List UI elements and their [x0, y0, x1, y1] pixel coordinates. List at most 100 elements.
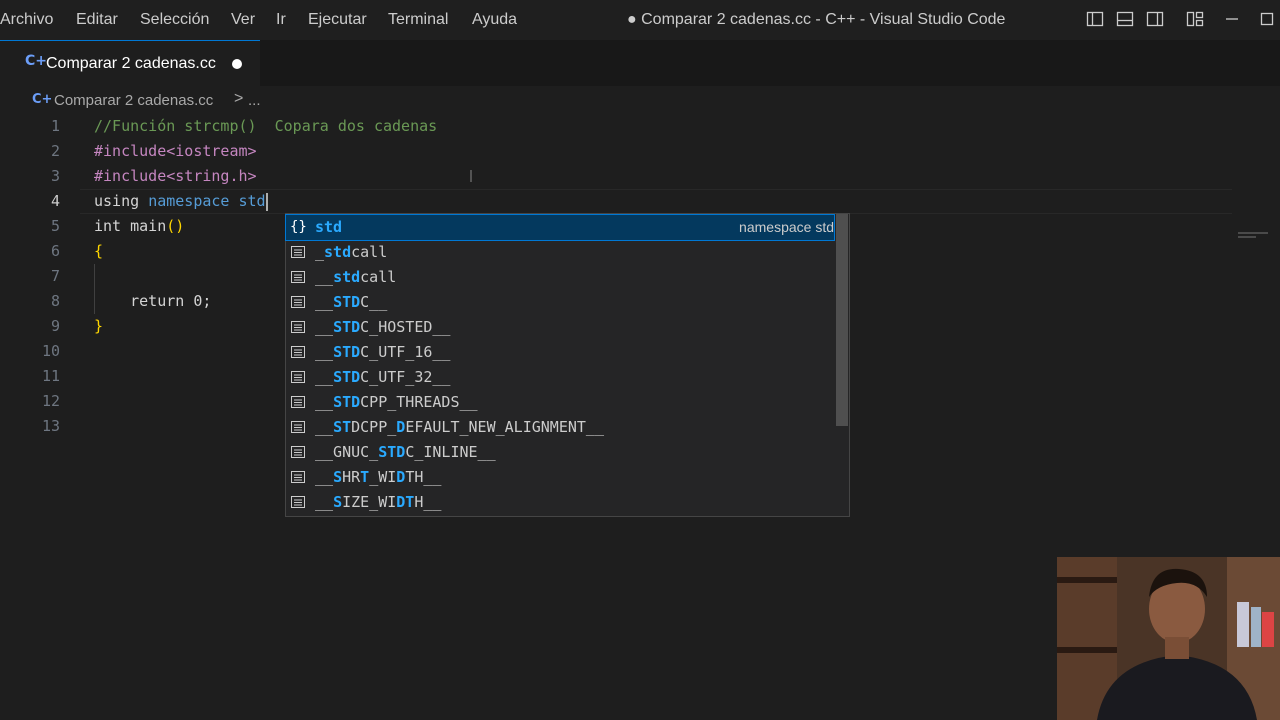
suggest-text: _WI: [369, 468, 397, 486]
suggest-item[interactable]: __stdcall: [286, 265, 834, 290]
line-number: 7: [50, 267, 60, 285]
menubar: Archivo Editar Selección Ver Ir Ejecutar…: [0, 0, 1280, 40]
suggest-text: __GNUC_: [315, 443, 379, 461]
text-symbol-icon: [291, 396, 305, 408]
unsaved-dot-icon[interactable]: [232, 59, 242, 69]
breadcrumb-file[interactable]: Comparar 2 cadenas.cc: [54, 92, 213, 109]
code-token: ;: [202, 292, 212, 310]
toggle-panel-icon[interactable]: [1116, 10, 1134, 28]
menu-ver[interactable]: Ver: [231, 11, 255, 29]
code-token: #include: [94, 167, 167, 185]
suggest-text: __: [315, 368, 334, 386]
suggest-item-label: __STDC_UTF_32__: [315, 365, 450, 390]
text-symbol-icon: [291, 346, 305, 358]
code-token: <iostream>: [166, 142, 257, 160]
suggest-match-highlight: S: [333, 493, 343, 511]
suggest-item-label: std: [315, 215, 342, 240]
suggest-match-highlight: T: [360, 468, 370, 486]
menu-ayuda[interactable]: Ayuda: [472, 11, 517, 29]
suggest-widget[interactable]: {} std namespace std _stdcall __stdcall __STD…: [285, 213, 850, 517]
suggest-item[interactable]: __GNUC_STDC_INLINE__: [286, 440, 834, 465]
suggest-match-highlight: std: [315, 218, 343, 236]
suggest-item[interactable]: {} std namespace std: [285, 214, 835, 241]
suggest-item[interactable]: __STDC_HOSTED__: [286, 315, 834, 340]
code-token: std: [238, 192, 266, 210]
suggest-text: EFAULT_NEW_ALIGNMENT__: [405, 418, 604, 436]
line-number: 13: [41, 417, 60, 435]
line-number: 12: [41, 392, 60, 410]
suggest-text: __: [315, 468, 334, 486]
suggest-item[interactable]: __STDCPP_THREADS__: [286, 390, 834, 415]
code-token: int: [94, 217, 131, 235]
menu-seleccion[interactable]: Selección: [140, 11, 209, 29]
suggest-item-label: __GNUC_STDC_INLINE__: [315, 440, 496, 465]
text-symbol-icon: [291, 321, 305, 333]
text-symbol-icon: [291, 371, 305, 383]
suggest-text: __: [315, 293, 334, 311]
code-token: namespace: [148, 192, 239, 210]
text-cursor: [265, 192, 268, 211]
suggest-text: _: [315, 243, 325, 261]
line-number: 11: [41, 367, 60, 385]
menu-editar[interactable]: Editar: [76, 11, 118, 29]
suggest-item[interactable]: __SIZE_WIDTH__: [286, 490, 834, 515]
line-number: 3: [50, 167, 60, 185]
text-symbol-icon: [291, 496, 305, 508]
presenter-video-image: [1057, 557, 1280, 720]
tab-comparar-2-cadenas[interactable]: C+ Comparar 2 cadenas.cc: [0, 40, 260, 86]
suggest-text: DCPP_: [351, 418, 397, 436]
code-line-4: using namespace std: [94, 189, 268, 214]
toggle-primary-sidebar-icon[interactable]: [1086, 10, 1104, 28]
suggest-match-highlight: STD: [333, 318, 361, 336]
minimap[interactable]: [1238, 232, 1272, 242]
suggest-text: C_INLINE__: [405, 443, 496, 461]
suggest-item[interactable]: __STDCPP_DEFAULT_NEW_ALIGNMENT__: [286, 415, 834, 440]
breadcrumb-symbols[interactable]: ...: [248, 92, 261, 109]
suggest-item[interactable]: __STDC_UTF_32__: [286, 365, 834, 390]
minimize-icon[interactable]: [1223, 10, 1241, 28]
line-number: 8: [50, 292, 60, 310]
suggest-match-highlight: D: [396, 418, 406, 436]
customize-layout-icon[interactable]: [1186, 10, 1204, 28]
webcam-overlay: [1057, 557, 1280, 720]
cpp-file-icon: C+: [32, 92, 53, 107]
menu-terminal[interactable]: Terminal: [388, 11, 448, 29]
menu-ir[interactable]: Ir: [276, 11, 286, 29]
suggest-item-label: __SHRT_WIDTH__: [315, 465, 441, 490]
code-token: (): [166, 217, 185, 235]
suggest-match-highlight: STD: [333, 368, 361, 386]
line-number: 10: [41, 342, 60, 360]
code-token: #include: [94, 142, 167, 160]
suggest-item-label: _stdcall: [315, 240, 387, 265]
suggest-text: C_HOSTED__: [360, 318, 451, 336]
suggest-match-highlight: STD: [378, 443, 406, 461]
text-symbol-icon: [291, 421, 305, 433]
suggest-item[interactable]: __STDC__: [286, 290, 834, 315]
suggest-text: __: [315, 493, 334, 511]
code-line-2: #include<iostream>: [94, 139, 257, 164]
text-symbol-icon: [291, 471, 305, 483]
suggest-item[interactable]: _stdcall: [286, 240, 834, 265]
suggest-text: call: [351, 243, 388, 261]
suggest-text: __: [315, 393, 334, 411]
suggest-match-highlight: ST: [333, 418, 352, 436]
toggle-secondary-sidebar-icon[interactable]: [1146, 10, 1164, 28]
breadcrumb: C+ Comparar 2 cadenas.cc > ...: [0, 86, 1280, 114]
suggest-item-label: __STDC_UTF_16__: [315, 340, 450, 365]
text-symbol-icon: [291, 446, 305, 458]
suggest-item-label: __STDCPP_DEFAULT_NEW_ALIGNMENT__: [315, 415, 604, 440]
suggest-match-highlight: D: [396, 468, 406, 486]
code-line-1: //Función strcmp() Copara dos cadenas: [94, 117, 438, 135]
suggest-item-label: __SIZE_WIDTH__: [315, 490, 441, 515]
menu-archivo[interactable]: Archivo: [0, 11, 53, 29]
maximize-icon[interactable]: [1258, 10, 1276, 28]
line-number: 1: [50, 117, 60, 135]
menu-ejecutar[interactable]: Ejecutar: [308, 11, 367, 29]
line-number: 6: [50, 242, 60, 260]
suggest-scrollbar[interactable]: [836, 214, 848, 426]
code-token: main: [130, 217, 167, 235]
suggest-item[interactable]: __STDC_UTF_16__: [286, 340, 834, 365]
suggest-item[interactable]: __SHRT_WIDTH__: [286, 465, 834, 490]
code-line-3: #include<string.h>: [94, 164, 257, 189]
